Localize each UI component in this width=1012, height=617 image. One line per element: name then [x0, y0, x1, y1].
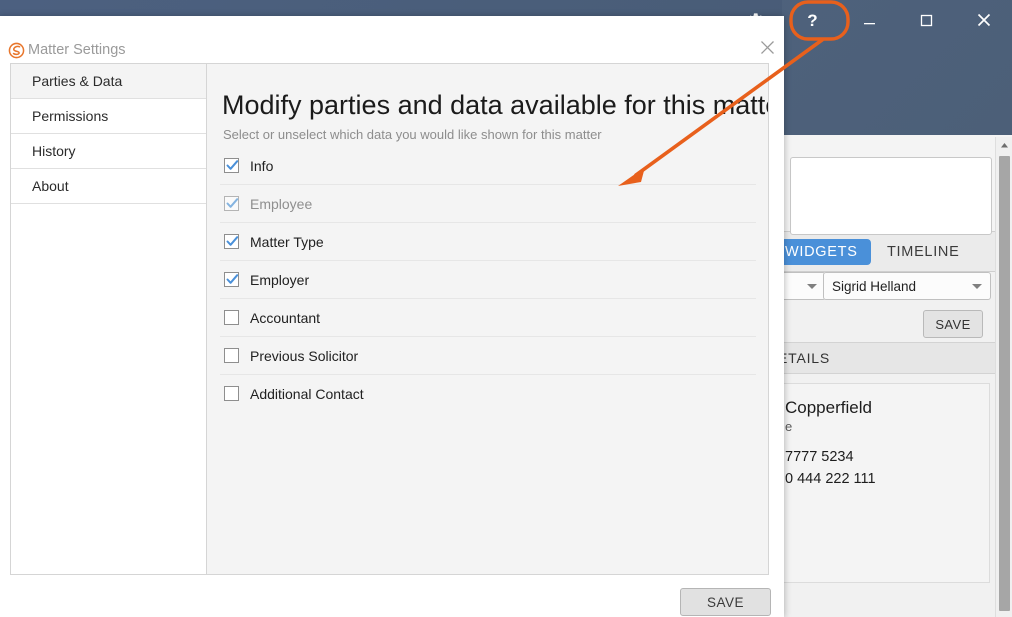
- scrollbar-thumb[interactable]: [999, 156, 1010, 611]
- checkbox-label: Accountant: [250, 309, 321, 326]
- maximize-button[interactable]: [898, 0, 955, 40]
- sidebar-item-label: About: [32, 178, 69, 194]
- tab-widgets[interactable]: WIDGETS: [772, 238, 871, 265]
- checkbox-accountant[interactable]: [224, 310, 239, 325]
- tab-timeline[interactable]: TIMELINE: [874, 239, 972, 265]
- scroll-up-arrow-icon[interactable]: [996, 137, 1012, 154]
- contact-detail-card: Copperfield e 7777 5234 0 444 222 111: [778, 383, 990, 583]
- checkbox-row-employee: Employee: [220, 185, 756, 223]
- checkbox-label: Info: [250, 157, 274, 174]
- close-icon: [977, 13, 991, 27]
- checkbox-label: Previous Solicitor: [250, 347, 359, 364]
- dialog-content-panel: Modify parties and data available for th…: [207, 63, 769, 575]
- checkbox-row-info[interactable]: Info: [220, 147, 756, 185]
- close-icon: [760, 40, 775, 60]
- checkbox-previous-solicitor[interactable]: [224, 348, 239, 363]
- checkbox-info[interactable]: [224, 158, 239, 173]
- minimize-button[interactable]: [841, 0, 898, 40]
- minimize-icon: [863, 14, 876, 27]
- dialog-titlebar: Matter Settings: [0, 16, 784, 66]
- sidebar-item-label: History: [32, 143, 76, 159]
- save-button[interactable]: SAVE: [680, 588, 771, 616]
- checkbox-label: Additional Contact: [250, 385, 364, 402]
- help-button[interactable]: ?: [784, 0, 841, 40]
- sidebar-item-history[interactable]: History: [11, 134, 206, 169]
- screen: ? WIDGETS TIMELINE Sigrid Helland SAVE E…: [0, 0, 1012, 617]
- chevron-down-icon: [807, 284, 817, 289]
- checkbox-label: Matter Type: [250, 233, 324, 250]
- matter-settings-dialog: Matter Settings Parties & Data Permissio…: [0, 16, 784, 617]
- checkbox-employee: [224, 196, 239, 211]
- checkbox-matter-type[interactable]: [224, 234, 239, 249]
- person-select[interactable]: Sigrid Helland: [823, 272, 991, 300]
- vertical-scrollbar[interactable]: [995, 137, 1012, 617]
- contact-subtitle: e: [785, 419, 793, 434]
- contact-phone-2: 0 444 222 111: [785, 471, 876, 487]
- type-select[interactable]: [780, 272, 826, 300]
- dialog-close-button[interactable]: [756, 39, 778, 61]
- chevron-down-icon: [972, 284, 982, 289]
- maximize-icon: [920, 14, 933, 27]
- checkbox-row-additional-contact[interactable]: Additional Contact: [220, 375, 756, 412]
- person-select-value: Sigrid Helland: [832, 278, 917, 294]
- sidebar-item-about[interactable]: About: [11, 169, 206, 204]
- checkbox-additional-contact[interactable]: [224, 386, 239, 401]
- dialog-title: Matter Settings: [28, 42, 126, 58]
- sidebar-item-label: Parties & Data: [32, 73, 123, 89]
- contact-phone-1: 7777 5234: [785, 449, 854, 465]
- checkbox-label: Employee: [250, 195, 313, 212]
- parties-checkbox-list: Info Employee Matter Type Employer Accou…: [220, 147, 756, 412]
- checkbox-row-previous-solicitor[interactable]: Previous Solicitor: [220, 337, 756, 375]
- page-title: Modify parties and data available for th…: [222, 90, 769, 120]
- checkbox-row-employer[interactable]: Employer: [220, 261, 756, 299]
- checkbox-row-accountant[interactable]: Accountant: [220, 299, 756, 337]
- page-subtitle: Select or unselect which data you would …: [223, 127, 602, 142]
- checkbox-row-matter-type[interactable]: Matter Type: [220, 223, 756, 261]
- app-save-button[interactable]: SAVE: [923, 310, 983, 338]
- app-tab-bar: WIDGETS TIMELINE: [772, 232, 1012, 272]
- sidebar-item-label: Permissions: [32, 108, 109, 124]
- notes-textarea[interactable]: [790, 157, 992, 235]
- question-mark-icon: ?: [807, 10, 818, 30]
- checkbox-employer[interactable]: [224, 272, 239, 287]
- contact-name: Copperfield: [785, 398, 872, 417]
- sidebar-item-parties-and-data[interactable]: Parties & Data: [11, 64, 206, 99]
- details-section-header: ETAILS: [770, 342, 1003, 374]
- app-logo-icon: [8, 42, 25, 64]
- checkbox-label: Employer: [250, 271, 310, 288]
- close-button[interactable]: [955, 0, 1012, 40]
- dialog-footer: SAVE: [0, 575, 784, 617]
- sidebar-item-permissions[interactable]: Permissions: [11, 99, 206, 134]
- dialog-sidebar: Parties & Data Permissions History About: [10, 63, 207, 575]
